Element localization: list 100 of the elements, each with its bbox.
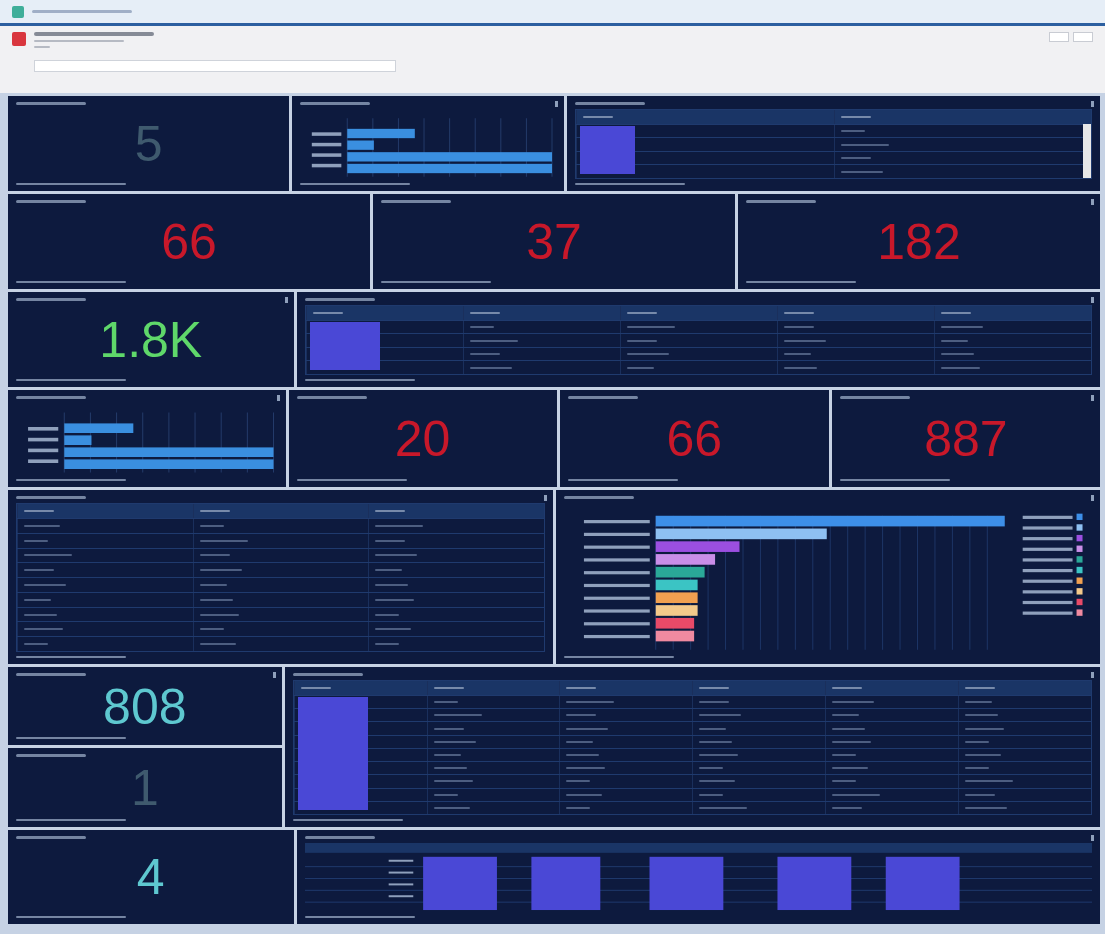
bar	[655, 605, 698, 616]
blurred-cell	[699, 701, 730, 704]
blurred-cell	[566, 780, 591, 783]
blurred-cell	[469, 339, 518, 342]
blurred-cell	[840, 130, 865, 133]
blurred-cell	[375, 613, 399, 616]
blurred-cell	[375, 628, 411, 631]
blurred-title	[746, 200, 816, 203]
blurred-title	[296, 396, 367, 399]
blurred-label	[312, 153, 342, 157]
blurred-title	[839, 396, 910, 399]
blurred-legend-label	[1022, 526, 1073, 530]
blurred-cell	[375, 598, 414, 601]
menu-icon[interactable]	[284, 297, 288, 303]
legend-swatch	[1076, 609, 1083, 616]
menu-icon[interactable]	[276, 395, 280, 401]
blurred-cell	[24, 554, 72, 557]
blurred-title	[304, 836, 375, 839]
blurred-cell	[469, 353, 500, 356]
blurred-filter-label	[34, 46, 50, 49]
blurred-title	[575, 102, 646, 105]
placeholder-block	[580, 126, 636, 174]
blurred-cell	[840, 157, 871, 160]
blurred-cell	[840, 143, 889, 146]
kpi-value: 4	[135, 848, 166, 908]
blurred-title	[292, 673, 363, 676]
blurred-title	[16, 200, 86, 203]
kpi-value: 37	[525, 213, 583, 272]
blurred-title	[300, 102, 371, 105]
blurred-cell	[469, 366, 512, 369]
blurred-cell	[24, 628, 63, 631]
menu-icon[interactable]	[272, 672, 276, 678]
bar	[655, 566, 705, 578]
blurred-cell	[626, 326, 675, 329]
kpi-value: 1	[129, 759, 160, 819]
header-button[interactable]	[1073, 32, 1093, 43]
blurred-label	[28, 437, 59, 442]
blurred-cell	[832, 753, 857, 756]
blurred-cell	[699, 740, 733, 743]
blurred-cell	[199, 643, 236, 646]
blurred-cell	[699, 753, 739, 756]
blurred-cell	[965, 753, 1002, 756]
blurred-title	[563, 496, 634, 499]
placeholder-block	[309, 322, 380, 370]
blurred-cell	[566, 740, 594, 743]
blurred-cell	[965, 767, 990, 770]
scrollbar[interactable]	[1083, 124, 1091, 178]
blurred-cell	[566, 727, 609, 730]
blurred-legend-label	[1022, 537, 1073, 541]
blurred-cell	[832, 727, 866, 730]
blurred-title	[16, 673, 86, 676]
blurred-cell	[433, 701, 458, 704]
blurred-title	[16, 396, 86, 399]
blurred-title	[16, 754, 86, 758]
blurred-cell	[940, 353, 974, 356]
legend-swatch	[1076, 545, 1083, 552]
dashboard-icon	[12, 32, 26, 47]
blurred-cell	[783, 366, 817, 369]
kpi-value: 66	[665, 410, 724, 469]
blurred-title	[567, 396, 638, 399]
blurred-legend-label	[1022, 515, 1073, 519]
blurred-cell	[832, 806, 863, 809]
blurred-cell	[24, 569, 54, 572]
legend-swatch	[1076, 534, 1083, 542]
blurred-cell	[199, 628, 224, 631]
kpi-value: 5	[133, 115, 164, 174]
blurred-legend-label	[1022, 558, 1073, 562]
blurred-title	[16, 836, 86, 839]
blurred-label	[583, 609, 650, 613]
kpi-value: 20	[393, 410, 452, 469]
blurred-cell	[699, 806, 748, 809]
blurred-cell	[566, 714, 597, 717]
blurred-legend-label	[1022, 611, 1073, 615]
legend-swatch	[1076, 598, 1083, 606]
blurred-cell	[626, 339, 657, 342]
blurred-label	[583, 583, 650, 588]
menu-icon[interactable]	[555, 101, 559, 107]
blurred-cell	[375, 524, 423, 527]
blurred-label	[583, 622, 650, 626]
blurred-cell	[199, 524, 224, 527]
blurred-legend-label	[1022, 568, 1073, 573]
blurred-cell	[699, 793, 724, 796]
blurred-title	[16, 298, 86, 301]
menu-icon[interactable]	[543, 495, 547, 501]
blurred-cell	[965, 701, 993, 704]
blurred-legend-label	[1022, 547, 1073, 551]
blurred-cell	[199, 569, 242, 572]
blurred-cell	[375, 569, 402, 572]
blurred-cell	[433, 753, 461, 756]
blurred-cell	[832, 714, 860, 717]
filter-field[interactable]	[34, 60, 396, 73]
header-button[interactable]	[1049, 32, 1069, 43]
legend-swatch	[1076, 556, 1083, 563]
blurred-label	[28, 448, 59, 453]
blurred-cell	[699, 714, 742, 717]
bar	[64, 423, 134, 433]
blurred-cell	[940, 326, 983, 329]
blurred-cell	[24, 643, 48, 646]
bar	[655, 579, 698, 591]
blurred-cell	[24, 524, 60, 527]
